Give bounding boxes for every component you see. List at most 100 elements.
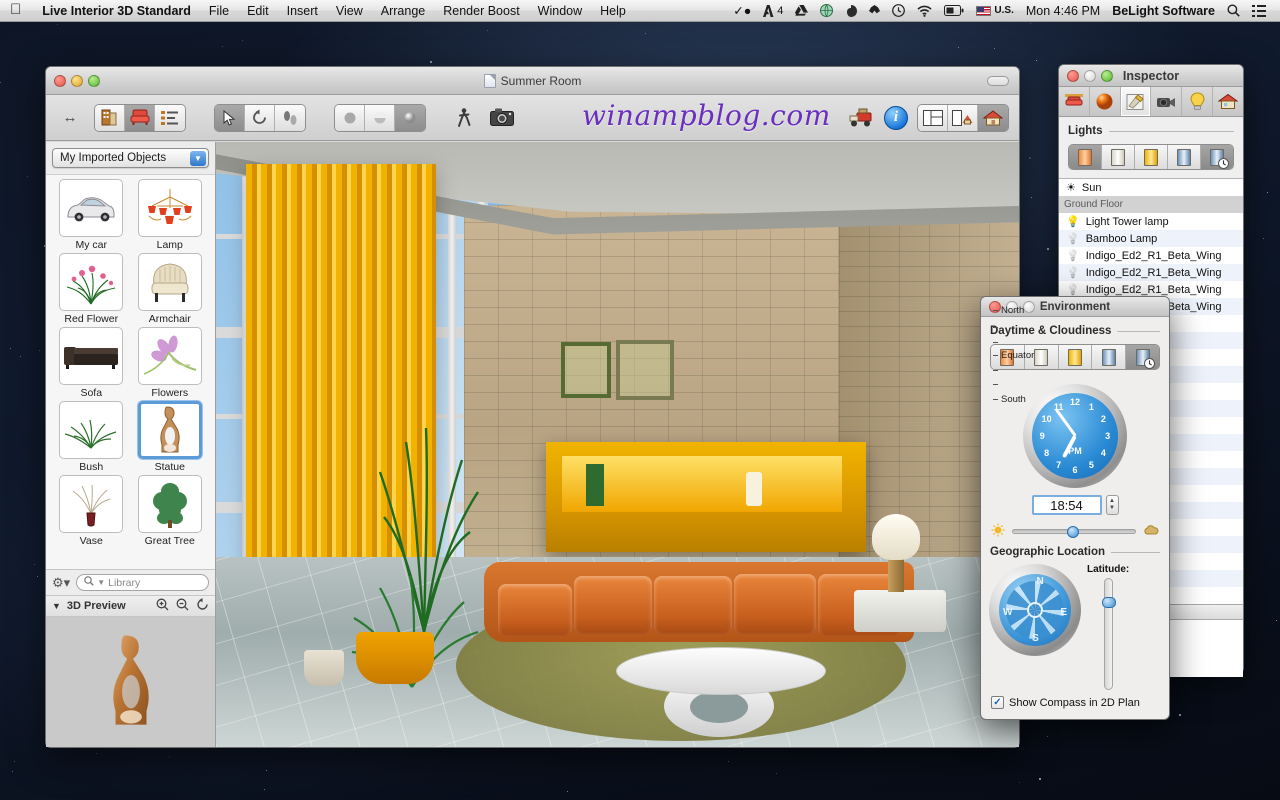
menu-item-insert[interactable]: Insert	[278, 0, 327, 22]
library-item-statue[interactable]: Statue	[131, 401, 210, 473]
disclosure-triangle-icon[interactable]: ▼	[52, 601, 61, 611]
walk-feet-icon[interactable]	[275, 105, 305, 131]
house-3d-icon[interactable]	[978, 105, 1008, 131]
dropbox-icon[interactable]	[863, 5, 886, 17]
wifi-icon[interactable]	[911, 5, 938, 17]
bulb-off-icon[interactable]: 💡	[1066, 249, 1080, 262]
warm-window-icon[interactable]	[1135, 145, 1168, 169]
main-window-titlebar[interactable]: Summer Room	[46, 67, 1019, 95]
library-item-great-tree[interactable]: Great Tree	[131, 475, 210, 547]
list-item[interactable]: 💡 Light Tower lamp	[1059, 213, 1243, 230]
list-item[interactable]: ☀ Sun	[1059, 179, 1243, 196]
bulb-off-icon[interactable]: 💡	[1066, 232, 1080, 245]
rotate-icon[interactable]	[245, 105, 275, 131]
minimize-button[interactable]	[1084, 70, 1096, 82]
library-item-my-car[interactable]: My car	[52, 179, 131, 251]
library-item-sofa[interactable]: Sofa	[52, 327, 131, 399]
preview-3d-canvas[interactable]	[46, 617, 215, 747]
collection-popup-button[interactable]: My Imported Objects ▼	[52, 148, 209, 168]
split-view-icon[interactable]	[948, 105, 978, 131]
daylight-window-icon[interactable]	[1102, 145, 1135, 169]
clock-minute-hand[interactable]	[1054, 408, 1076, 436]
evernote-icon[interactable]	[839, 5, 863, 17]
cool-window-icon[interactable]	[1168, 145, 1201, 169]
custom-time-window-icon[interactable]	[1126, 345, 1159, 369]
latitude-slider[interactable]	[1104, 578, 1113, 690]
clock-icon[interactable]	[886, 4, 911, 17]
library-item-armchair[interactable]: Armchair	[131, 253, 210, 325]
compass-control[interactable]: N E S W	[989, 564, 1081, 656]
warm-window-icon[interactable]	[1059, 345, 1093, 369]
viewport-3d[interactable]: |||	[216, 142, 1019, 747]
menu-item-window[interactable]: Window	[529, 0, 591, 22]
tab-object[interactable]	[1059, 87, 1090, 116]
slider-knob[interactable]	[1067, 526, 1079, 538]
search-input[interactable]: ▼ Library	[76, 574, 209, 591]
building-icon[interactable]	[95, 105, 125, 131]
menu-item-view[interactable]: View	[327, 0, 372, 22]
input-locale-flag[interactable]: U.S.	[970, 5, 1019, 16]
tab-camera[interactable]	[1151, 87, 1182, 116]
tab-light[interactable]	[1182, 87, 1213, 116]
google-drive-icon[interactable]	[789, 5, 814, 17]
time-input[interactable]: 18:54	[1032, 495, 1102, 515]
list-item[interactable]: 💡 Indigo_Ed2_R1_Beta_Wing	[1059, 264, 1243, 281]
library-item-red-flower[interactable]: Red Flower	[52, 253, 131, 325]
gouraud-shading-icon[interactable]	[365, 105, 395, 131]
camera-icon[interactable]	[488, 104, 516, 132]
furniture-icon[interactable]	[125, 105, 155, 131]
menu-item-arrange[interactable]: Arrange	[372, 0, 434, 22]
search-scope-chevron-icon[interactable]: ▼	[97, 578, 105, 587]
tab-edit[interactable]	[1121, 87, 1152, 116]
floorplan-2d-icon[interactable]	[918, 105, 948, 131]
library-item-lamp[interactable]: Lamp	[131, 179, 210, 251]
chevron-down-icon[interactable]: ▼	[190, 151, 206, 166]
phong-shading-icon[interactable]	[395, 105, 425, 131]
move-arrows-icon[interactable]: ↔	[56, 104, 84, 132]
menu-item-render-boost[interactable]: Render Boost	[434, 0, 528, 22]
close-button[interactable]	[1067, 70, 1079, 82]
menubar-user-name[interactable]: BeLight Software	[1106, 4, 1221, 18]
evening-window-icon[interactable]	[1069, 145, 1102, 169]
checkmark-circle-icon[interactable]: ✓●	[727, 3, 757, 18]
tab-environment[interactable]	[1213, 87, 1243, 116]
info-icon[interactable]: i	[884, 106, 908, 130]
custom-time-window-icon[interactable]	[1201, 145, 1233, 169]
spotlight-search-icon[interactable]	[1221, 4, 1246, 17]
battery-icon[interactable]	[938, 5, 970, 16]
menubar-clock[interactable]: Mon 4:46 PM	[1020, 4, 1106, 18]
toolbar-toggle-button[interactable]	[987, 76, 1009, 86]
cool-window-icon[interactable]	[1092, 345, 1126, 369]
walking-person-icon[interactable]	[450, 104, 478, 132]
library-item-vase[interactable]: Vase	[52, 475, 131, 547]
menu-item-edit[interactable]: Edit	[238, 0, 278, 22]
menu-item-file[interactable]: File	[200, 0, 238, 22]
zoom-in-icon[interactable]	[156, 598, 169, 614]
inspector-titlebar[interactable]: Inspector	[1059, 65, 1243, 87]
list-item[interactable]: 💡 Indigo_Ed2_R1_Beta_Wing	[1059, 247, 1243, 264]
globe-icon[interactable]	[814, 4, 839, 17]
zoom-button[interactable]	[1101, 70, 1113, 82]
reset-rotate-icon[interactable]	[196, 598, 209, 614]
checkbox[interactable]: ✓	[991, 696, 1004, 709]
adobe-icon[interactable]: 4	[757, 5, 789, 17]
apple-menu-icon[interactable]: 	[10, 2, 21, 17]
cloudiness-slider[interactable]	[1012, 529, 1136, 534]
menu-item-help[interactable]: Help	[591, 0, 635, 22]
latitude-knob[interactable]	[1102, 597, 1116, 608]
bulb-off-icon[interactable]: 💡	[1066, 266, 1080, 279]
time-stepper[interactable]: ▲ ▼	[1106, 495, 1119, 515]
library-item-bush[interactable]: Bush	[52, 401, 131, 473]
menu-app-name[interactable]: Live Interior 3D Standard	[33, 0, 200, 22]
flat-shading-icon[interactable]	[335, 105, 365, 131]
list-item[interactable]: 💡 Bamboo Lamp	[1059, 230, 1243, 247]
zoom-out-icon[interactable]	[176, 598, 189, 614]
tab-material[interactable]	[1090, 87, 1121, 116]
delivery-truck-icon[interactable]	[847, 104, 875, 132]
show-compass-checkbox-row[interactable]: ✓ Show Compass in 2D Plan	[981, 690, 1169, 709]
bulb-on-icon[interactable]: 💡	[1066, 215, 1080, 228]
bulb-off-icon[interactable]: 💡	[1066, 283, 1080, 296]
gear-icon[interactable]: ⚙▾	[52, 575, 70, 591]
notification-center-icon[interactable]	[1246, 5, 1272, 17]
pointer-icon[interactable]	[215, 105, 245, 131]
